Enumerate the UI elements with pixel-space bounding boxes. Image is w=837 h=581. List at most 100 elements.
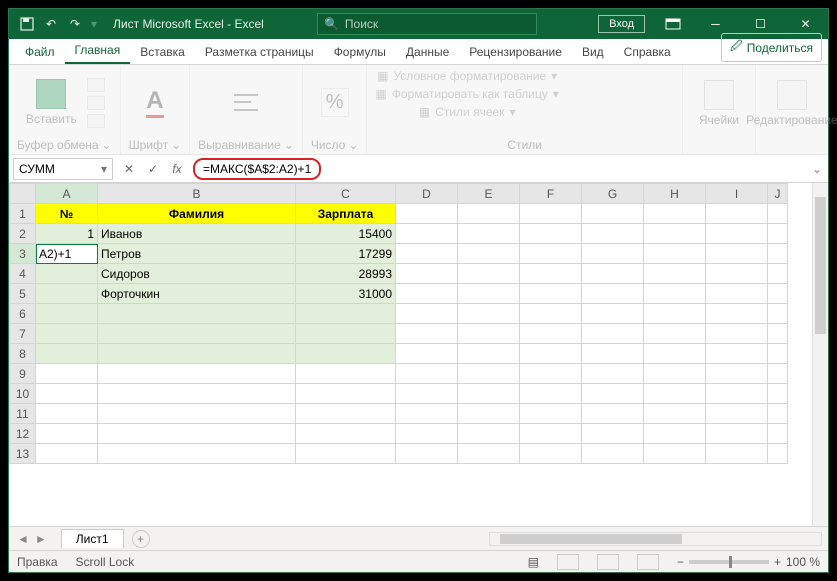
cell[interactable] xyxy=(458,204,520,224)
col-header[interactable]: G xyxy=(582,184,644,204)
page-layout-view-icon[interactable] xyxy=(597,554,619,570)
prev-sheet-icon[interactable]: ◄ xyxy=(17,532,29,546)
cell[interactable] xyxy=(644,424,706,444)
row-header[interactable]: 2 xyxy=(10,224,36,244)
tab-layout[interactable]: Разметка страницы xyxy=(195,41,324,64)
cell[interactable] xyxy=(296,324,396,344)
cell[interactable] xyxy=(458,384,520,404)
cell[interactable] xyxy=(520,404,582,424)
cell[interactable] xyxy=(706,224,768,244)
cell[interactable]: Петров xyxy=(98,244,296,264)
cell[interactable] xyxy=(458,284,520,304)
tab-view[interactable]: Вид xyxy=(572,41,614,64)
cell[interactable] xyxy=(582,344,644,364)
row-header[interactable]: 13 xyxy=(10,444,36,464)
tab-formulas[interactable]: Формулы xyxy=(324,41,396,64)
dialog-launcher-icon[interactable]: ⌄ xyxy=(102,138,112,152)
col-header[interactable]: D xyxy=(396,184,458,204)
cell[interactable] xyxy=(768,324,788,344)
cell[interactable]: 31000 xyxy=(296,284,396,304)
cell[interactable] xyxy=(582,244,644,264)
cell[interactable] xyxy=(36,444,98,464)
col-header[interactable]: J xyxy=(768,184,788,204)
cell[interactable] xyxy=(98,424,296,444)
zoom-slider[interactable] xyxy=(689,560,769,564)
cell[interactable] xyxy=(644,224,706,244)
row-header[interactable]: 8 xyxy=(10,344,36,364)
cell[interactable]: 1 xyxy=(36,224,98,244)
cell[interactable] xyxy=(582,384,644,404)
chevron-down-icon[interactable]: ▾ xyxy=(101,162,107,176)
cell[interactable] xyxy=(396,444,458,464)
cell[interactable] xyxy=(396,404,458,424)
cell[interactable] xyxy=(706,264,768,284)
undo-icon[interactable]: ↶ xyxy=(43,16,59,32)
cell[interactable] xyxy=(36,364,98,384)
cell[interactable] xyxy=(644,264,706,284)
cell[interactable] xyxy=(458,324,520,344)
cell[interactable] xyxy=(296,404,396,424)
name-box[interactable]: СУММ ▾ xyxy=(13,158,113,180)
cell[interactable] xyxy=(582,284,644,304)
cell[interactable] xyxy=(296,444,396,464)
row-header[interactable]: 4 xyxy=(10,264,36,284)
cell[interactable] xyxy=(396,304,458,324)
cell[interactable] xyxy=(520,384,582,404)
cell[interactable] xyxy=(36,284,98,304)
cell[interactable] xyxy=(644,324,706,344)
cell[interactable] xyxy=(768,404,788,424)
col-header[interactable]: C xyxy=(296,184,396,204)
cell[interactable] xyxy=(706,384,768,404)
redo-icon[interactable]: ↷ xyxy=(67,16,83,32)
cell[interactable] xyxy=(36,384,98,404)
cell[interactable] xyxy=(36,304,98,324)
cell[interactable] xyxy=(644,284,706,304)
cut-icon[interactable] xyxy=(87,78,105,92)
cell[interactable] xyxy=(458,344,520,364)
cell[interactable] xyxy=(768,424,788,444)
cell[interactable] xyxy=(296,304,396,324)
cell[interactable] xyxy=(520,284,582,304)
tab-insert[interactable]: Вставка xyxy=(130,41,195,64)
cell[interactable]: Иванов xyxy=(98,224,296,244)
row-header[interactable]: 9 xyxy=(10,364,36,384)
cell[interactable] xyxy=(582,424,644,444)
normal-view-icon[interactable] xyxy=(557,554,579,570)
cell[interactable] xyxy=(582,224,644,244)
cell[interactable] xyxy=(768,244,788,264)
cells-button[interactable]: Ячейки xyxy=(691,80,747,127)
cell[interactable] xyxy=(520,324,582,344)
cell[interactable] xyxy=(396,424,458,444)
cell[interactable] xyxy=(296,364,396,384)
ribbon-options-icon[interactable] xyxy=(653,18,693,30)
col-header[interactable]: F xyxy=(520,184,582,204)
tab-file[interactable]: Файл xyxy=(15,41,65,64)
col-header[interactable]: I xyxy=(706,184,768,204)
cell[interactable] xyxy=(458,244,520,264)
cell[interactable] xyxy=(98,364,296,384)
format-as-table-button[interactable]: ▦Форматировать как таблицу▾ xyxy=(375,87,559,101)
cell[interactable] xyxy=(36,264,98,284)
cell[interactable] xyxy=(520,304,582,324)
row-header[interactable]: 6 xyxy=(10,304,36,324)
next-sheet-icon[interactable]: ► xyxy=(35,532,47,546)
cell[interactable] xyxy=(520,424,582,444)
cell[interactable] xyxy=(644,404,706,424)
cell[interactable] xyxy=(396,284,458,304)
cell[interactable] xyxy=(458,304,520,324)
cell[interactable] xyxy=(644,384,706,404)
cell[interactable]: 17299 xyxy=(296,244,396,264)
zoom-in-icon[interactable]: + xyxy=(774,555,781,569)
cell[interactable] xyxy=(706,344,768,364)
cell[interactable] xyxy=(644,444,706,464)
tab-help[interactable]: Справка xyxy=(614,41,681,64)
cell[interactable] xyxy=(36,404,98,424)
editing-button[interactable]: Редактирование xyxy=(764,80,820,127)
col-header[interactable]: A xyxy=(36,184,98,204)
cell[interactable] xyxy=(296,344,396,364)
row-header[interactable]: 12 xyxy=(10,424,36,444)
cell[interactable] xyxy=(36,324,98,344)
cell[interactable] xyxy=(768,364,788,384)
cell[interactable] xyxy=(582,204,644,224)
font-color-icon[interactable]: А xyxy=(146,87,163,118)
